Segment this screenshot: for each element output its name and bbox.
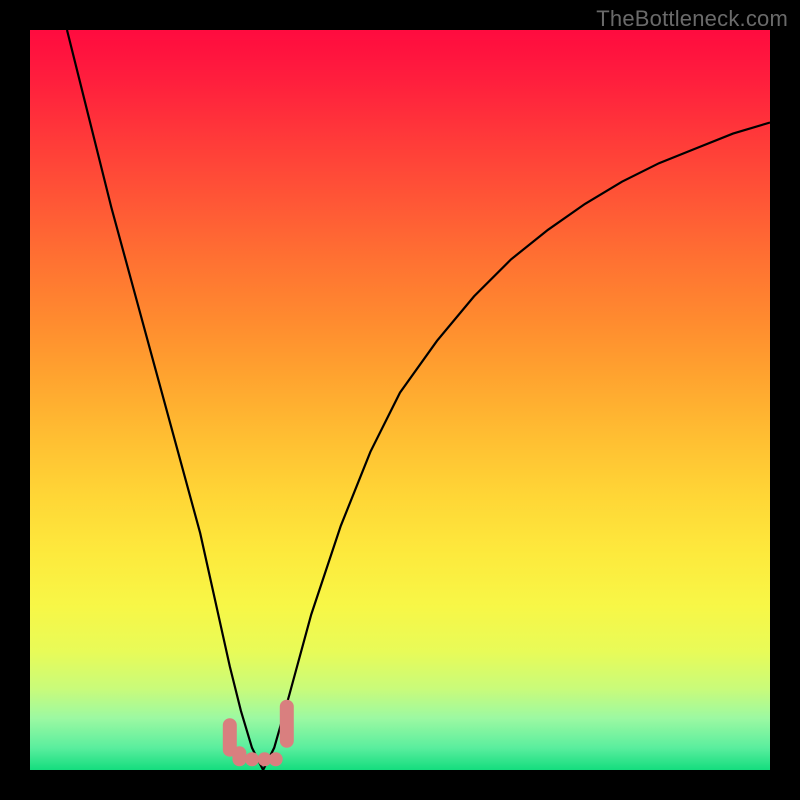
watermark-text: TheBottleneck.com	[596, 6, 788, 32]
pink-marker	[232, 746, 246, 766]
marker-group	[223, 700, 294, 767]
pink-marker	[245, 752, 259, 766]
pink-marker	[269, 752, 283, 766]
bottleneck-curve	[67, 30, 770, 770]
pink-marker	[280, 700, 294, 748]
plot-area	[30, 30, 770, 770]
chart-frame: TheBottleneck.com	[0, 0, 800, 800]
curve-overlay	[30, 30, 770, 770]
